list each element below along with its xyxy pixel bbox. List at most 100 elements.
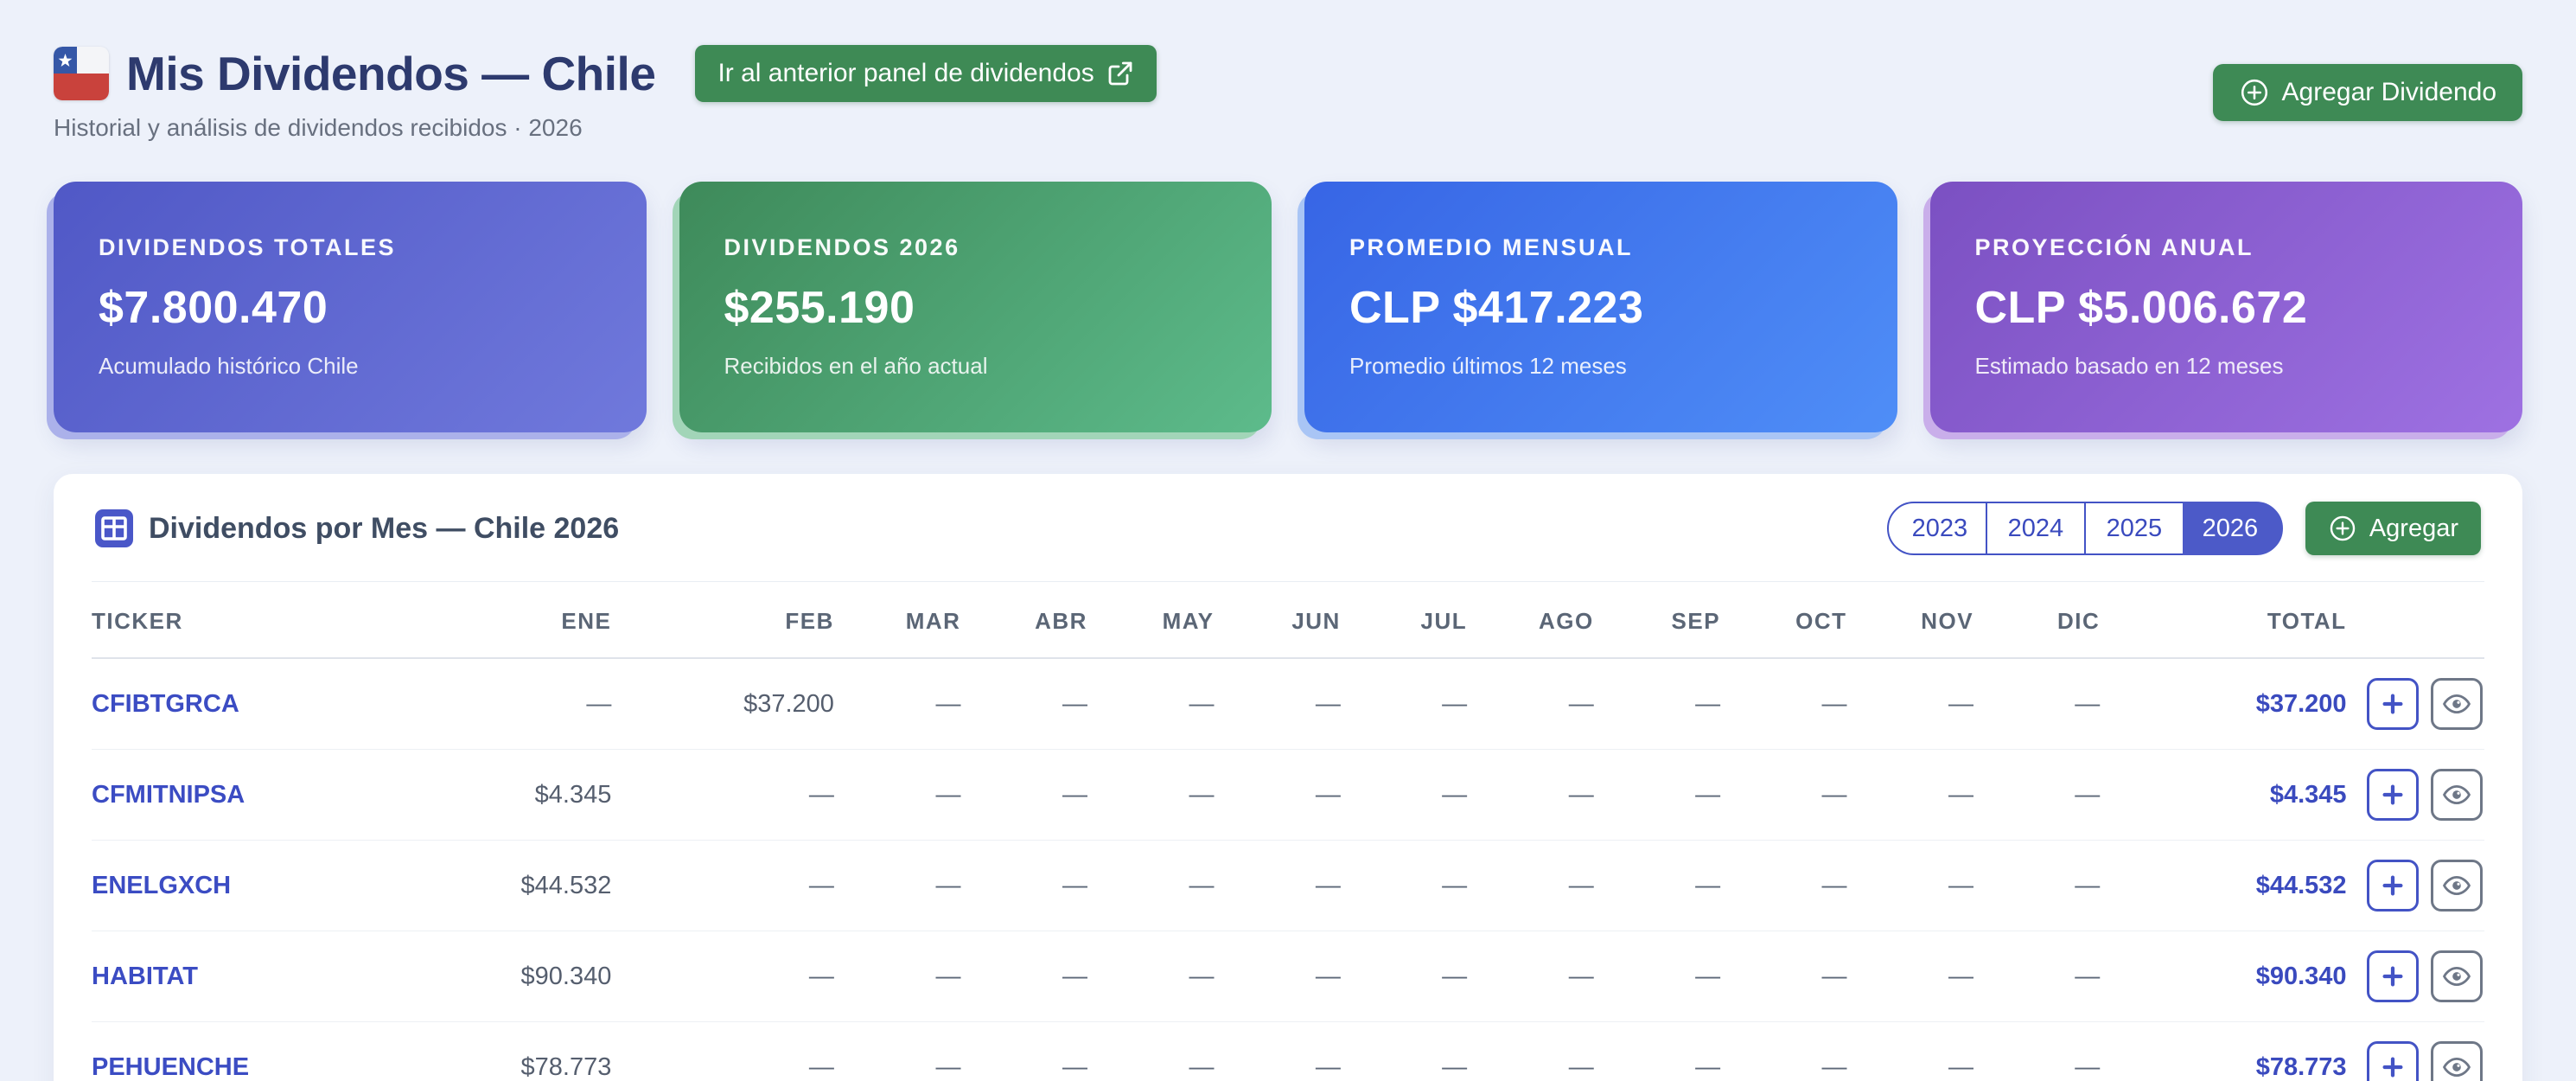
month-value-cell: — — [1214, 931, 1340, 1022]
add-button[interactable]: Agregar — [2305, 502, 2481, 555]
col-header-mar: MAR — [834, 582, 961, 658]
year-tabs: 2023202420252026 — [1887, 502, 2283, 555]
month-value-cell: — — [834, 1022, 961, 1081]
view-row-button[interactable] — [2431, 860, 2483, 911]
month-value-cell: — — [611, 841, 834, 931]
view-row-button[interactable] — [2431, 678, 2483, 730]
month-value-cell: — — [1087, 1022, 1214, 1081]
month-value-cell: — — [611, 931, 834, 1022]
col-header-ago: AGO — [1467, 582, 1594, 658]
month-value-cell: $90.340 — [415, 931, 611, 1022]
month-value-cell: — — [1214, 1022, 1340, 1081]
col-header-dic: DIC — [1973, 582, 2100, 658]
add-row-dividend-button[interactable] — [2367, 1041, 2419, 1081]
view-row-button[interactable] — [2431, 950, 2483, 1002]
row-actions-cell — [2347, 931, 2484, 1022]
stat-card-label: DIVIDENDOS 2026 — [724, 234, 1227, 261]
month-value-cell: — — [834, 841, 961, 931]
table-row-cfibtgrca: CFIBTGRCA—$37.200——————————$37.200 — [92, 658, 2484, 750]
month-value-cell: — — [1341, 658, 1467, 750]
month-value-cell: $4.345 — [415, 750, 611, 841]
ticker-cell[interactable]: PEHUENCHE — [92, 1022, 415, 1081]
month-value-cell: — — [1973, 1022, 2100, 1081]
month-value-cell: — — [1973, 841, 2100, 931]
add-row-dividend-button[interactable] — [2367, 860, 2419, 911]
stat-card-1: DIVIDENDOS 2026 $255.190 Recibidos en el a… — [679, 182, 1272, 432]
add-row-dividend-button[interactable] — [2367, 769, 2419, 821]
month-value-cell: — — [1720, 750, 1846, 841]
col-header-oct: OCT — [1720, 582, 1846, 658]
col-header-feb: FEB — [611, 582, 834, 658]
month-value-cell: — — [1973, 750, 2100, 841]
ticker-cell[interactable]: ENELGXCH — [92, 841, 415, 931]
page-title: Mis Dividendos — Chile — [126, 46, 655, 101]
month-value-cell: — — [1341, 750, 1467, 841]
month-value-cell: — — [1847, 750, 1974, 841]
month-value-cell: — — [1720, 658, 1846, 750]
circle-plus-icon — [2239, 77, 2270, 108]
row-total-cell: $4.345 — [2100, 750, 2346, 841]
view-row-button[interactable] — [2431, 1041, 2483, 1081]
month-value-cell: — — [1594, 931, 1720, 1022]
month-value-cell: — — [1087, 658, 1214, 750]
month-value-cell: — — [1973, 658, 2100, 750]
table-row-enelgxch: ENELGXCH$44.532———————————$44.532 — [92, 841, 2484, 931]
stat-card-3: PROYECCIÓN ANUALCLP $5.006.672Estimado b… — [1930, 182, 2523, 432]
month-value-cell: — — [834, 750, 961, 841]
year-tab-2026[interactable]: 2026 — [2183, 502, 2283, 555]
month-value-cell: — — [1087, 841, 1214, 931]
table-grid-icon — [95, 509, 133, 547]
ticker-cell[interactable]: CFIBTGRCA — [92, 658, 415, 750]
month-value-cell: — — [960, 1022, 1087, 1081]
month-value-cell: — — [834, 658, 961, 750]
month-value-cell: — — [960, 931, 1087, 1022]
month-value-cell: — — [611, 750, 834, 841]
row-actions-cell — [2347, 750, 2484, 841]
month-value-cell: — — [1594, 658, 1720, 750]
stat-card-caption: Recibidos en el año actual — [724, 353, 1227, 380]
month-value-cell: — — [1087, 750, 1214, 841]
add-row-dividend-button[interactable] — [2367, 678, 2419, 730]
stat-card-caption: Promedio últimos 12 meses — [1349, 353, 1852, 380]
stat-card-label: PROMEDIO MENSUAL — [1349, 234, 1852, 261]
year-tab-2025[interactable]: 2025 — [2084, 502, 2184, 555]
month-value-cell: — — [834, 931, 961, 1022]
month-value-cell: — — [1973, 931, 2100, 1022]
month-value-cell: — — [1467, 841, 1594, 931]
month-value-cell: — — [1214, 841, 1340, 931]
stat-card-label: DIVIDENDOS TOTALES — [99, 234, 602, 261]
month-value-cell: — — [1467, 658, 1594, 750]
col-header-ticker: TICKER — [92, 582, 415, 658]
month-value-cell: — — [1847, 841, 1974, 931]
stat-card-caption: Acumulado histórico Chile — [99, 353, 602, 380]
ticker-cell[interactable]: CFMITNIPSA — [92, 750, 415, 841]
previous-panel-link-label: Ir al anterior panel de dividendos — [717, 59, 1094, 88]
table-row-cfmitnipsa: CFMITNIPSA$4.345———————————$4.345 — [92, 750, 2484, 841]
add-dividend-button[interactable]: Agregar Dividendo — [2213, 64, 2522, 121]
stat-card-value: $255.190 — [724, 282, 1227, 334]
stat-card-value: CLP $5.006.672 — [1975, 282, 2478, 334]
month-value-cell: — — [1594, 750, 1720, 841]
previous-panel-link-button[interactable]: Ir al anterior panel de dividendos — [695, 45, 1156, 102]
month-value-cell: — — [1594, 1022, 1720, 1081]
dividends-table: TICKERENEFEBMARABRMAYJUNJULAGOSEPOCTNOVD… — [92, 582, 2484, 1081]
month-value-cell: — — [1594, 841, 1720, 931]
col-header-may: MAY — [1087, 582, 1214, 658]
view-row-button[interactable] — [2431, 769, 2483, 821]
month-value-cell: — — [1087, 931, 1214, 1022]
add-row-dividend-button[interactable] — [2367, 950, 2419, 1002]
ticker-cell[interactable]: HABITAT — [92, 931, 415, 1022]
panel-title: Dividendos por Mes — Chile 2026 — [149, 512, 619, 546]
year-tab-2024[interactable]: 2024 — [1986, 502, 2086, 555]
stat-card-caption: Estimado basado en 12 meses — [1975, 353, 2478, 380]
row-actions-cell — [2347, 1022, 2484, 1081]
stat-card-2: PROMEDIO MENSUALCLP $417.223Promedio últ… — [1304, 182, 1897, 432]
month-value-cell: — — [611, 1022, 834, 1081]
month-value-cell: — — [1847, 931, 1974, 1022]
year-tab-2023[interactable]: 2023 — [1887, 502, 1987, 555]
col-header-jun: JUN — [1214, 582, 1340, 658]
month-value-cell: — — [1467, 931, 1594, 1022]
month-value-cell: — — [1467, 1022, 1594, 1081]
stat-card-value: $7.800.470 — [99, 282, 602, 334]
stat-card-0: DIVIDENDOS TOTALES $7.800.470 Acumulado hi… — [54, 182, 647, 432]
